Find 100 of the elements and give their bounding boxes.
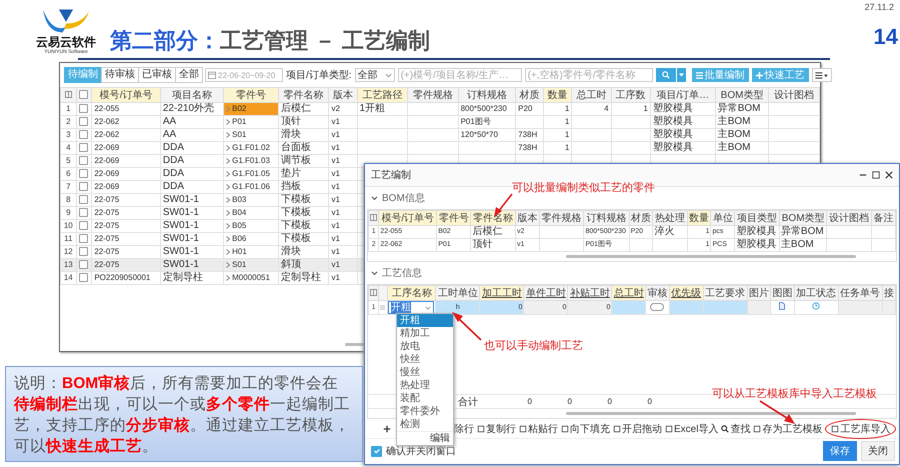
dropdown-option[interactable]: 精加工 <box>397 327 453 340</box>
row-checkbox[interactable] <box>78 168 88 178</box>
column-header[interactable]: 热处理 <box>652 210 688 226</box>
dropdown-option[interactable]: 装配 <box>397 392 453 405</box>
review-toggle[interactable] <box>650 302 664 311</box>
column-header[interactable]: 审核 <box>646 286 670 300</box>
column-header[interactable]: 零件名称 <box>278 88 329 102</box>
filter-tab[interactable]: 待审核 <box>101 67 139 83</box>
column-header[interactable]: 加工工时 <box>480 286 524 300</box>
column-header[interactable]: 图片 <box>747 286 771 300</box>
toolbar-button[interactable]: 开启拖动 <box>613 422 662 436</box>
dropdown-option[interactable]: 放电 <box>397 340 453 353</box>
row-checkbox[interactable] <box>78 220 88 230</box>
confirm-checkbox[interactable] <box>371 446 382 456</box>
row-checkbox[interactable] <box>78 156 88 165</box>
menu-button[interactable] <box>812 68 832 82</box>
section-header[interactable]: BOM信息 <box>365 187 431 209</box>
row-checkbox[interactable] <box>78 194 88 204</box>
search-field[interactable]: (+,空格)零件号/零件名称 <box>524 68 653 82</box>
toolbar-button[interactable]: 复制行 <box>477 422 516 436</box>
close-icon[interactable] <box>885 171 893 179</box>
column-header[interactable]: BOM类型 <box>779 210 827 226</box>
scrollbar[interactable] <box>566 255 856 258</box>
toolbar-button[interactable]: 查找 <box>721 422 750 436</box>
column-header[interactable]: 接 <box>882 286 896 300</box>
column-header[interactable]: 零件号 <box>223 88 278 102</box>
row-checkbox[interactable] <box>78 208 88 217</box>
row-checkbox[interactable] <box>78 116 88 126</box>
search-button[interactable] <box>656 68 676 82</box>
filter-tab[interactable]: 已审核 <box>138 67 176 83</box>
toolbar-button[interactable]: 除行 <box>454 422 474 436</box>
column-header[interactable]: 任务单号 <box>838 286 882 300</box>
column-header[interactable]: 材质 <box>629 210 653 226</box>
columns-icon[interactable] <box>370 214 378 220</box>
column-header[interactable]: 备注 <box>872 210 896 226</box>
columns-icon[interactable] <box>64 90 72 98</box>
save-button[interactable]: 保存 <box>823 441 857 461</box>
scrollbar[interactable] <box>566 412 856 415</box>
row-checkbox[interactable] <box>78 260 88 269</box>
column-header[interactable]: 单件工时 <box>524 286 568 300</box>
search-field[interactable]: (+)模号/项目名称/生产… <box>398 68 522 82</box>
section-header[interactable]: 工艺信息 <box>365 262 428 284</box>
row-checkbox[interactable] <box>78 104 88 113</box>
column-header[interactable]: 零件规格 <box>408 88 458 102</box>
column-header[interactable]: 零件规格 <box>539 210 584 226</box>
column-header[interactable]: 零件号 <box>436 210 471 226</box>
columns-icon[interactable] <box>370 288 378 296</box>
column-header[interactable]: 加工状态 <box>794 286 838 300</box>
dropdown-option[interactable]: 零件委外 <box>397 405 453 418</box>
column-header[interactable]: 工艺要求 <box>703 286 748 300</box>
row-checkbox[interactable] <box>78 142 88 152</box>
column-header[interactable]: 项目名称 <box>160 88 224 102</box>
column-header[interactable]: 补贴工时 <box>568 286 612 300</box>
date-range-field[interactable]: 22-06-20~09-20 <box>205 68 283 82</box>
column-header[interactable]: 材质 <box>516 88 544 102</box>
column-header[interactable]: 模号/订单号 <box>378 210 437 226</box>
column-header[interactable]: 数量 <box>544 88 572 102</box>
toolbar-button[interactable]: 存为工艺模板 <box>753 422 822 436</box>
close-button[interactable]: 关闭 <box>861 441 895 461</box>
toolbar-button[interactable]: Excel导入 <box>665 422 718 436</box>
column-header[interactable]: 图图 <box>770 286 794 300</box>
column-header[interactable]: 项目类型 <box>734 210 780 226</box>
dropdown-option[interactable]: 检测 <box>397 418 453 431</box>
column-header[interactable]: 设计图档 <box>826 210 872 226</box>
toolbar-button[interactable] <box>383 425 391 433</box>
type-select[interactable]: 全部 <box>354 68 395 82</box>
column-header[interactable]: 模号/订单号 <box>92 88 160 102</box>
dropdown-option[interactable]: 热处理 <box>397 379 453 392</box>
select-all-checkbox[interactable] <box>79 90 88 100</box>
column-header[interactable]: 工序名称 <box>388 286 436 300</box>
toolbar-button[interactable]: 工艺库导入 <box>825 419 896 439</box>
file-icon[interactable] <box>779 302 786 310</box>
toolbar-button[interactable]: 粘贴行 <box>519 422 558 436</box>
column-header[interactable]: 工艺路径 <box>357 88 408 102</box>
column-header[interactable]: 订料规格 <box>458 88 516 102</box>
dropdown-option[interactable]: 慢丝 <box>397 366 453 379</box>
column-header[interactable]: 优先级 <box>669 286 703 300</box>
column-header[interactable]: 订料规格 <box>584 210 630 226</box>
filter-tab[interactable]: 全部 <box>175 67 203 83</box>
dropdown-option[interactable]: 开粗 <box>397 314 453 327</box>
column-header[interactable]: 总工时 <box>612 286 646 300</box>
column-header[interactable]: 总工时 <box>572 88 612 102</box>
clock-icon[interactable] <box>812 302 820 310</box>
column-header[interactable]: 版本 <box>328 88 358 102</box>
search-options-button[interactable] <box>676 68 686 82</box>
column-header[interactable]: 项目/订单… <box>650 88 716 102</box>
column-header[interactable]: 设计图档 <box>768 88 820 102</box>
column-header[interactable]: 版本 <box>516 210 540 226</box>
dropdown-option[interactable]: 快丝 <box>397 353 453 366</box>
row-checkbox[interactable] <box>78 130 88 139</box>
row-checkbox[interactable] <box>78 182 88 191</box>
column-header[interactable]: 工序数 <box>611 88 650 102</box>
column-header[interactable]: 单位 <box>710 210 735 226</box>
process-select[interactable]: 开粗 <box>388 301 434 314</box>
edit-link[interactable]: 编辑 <box>430 433 450 444</box>
row-checkbox[interactable] <box>78 272 88 282</box>
column-header[interactable]: 工时单位 <box>436 286 480 300</box>
row-checkbox[interactable] <box>78 246 88 256</box>
toolbar-button[interactable]: 向下填充 <box>561 422 610 436</box>
maximize-icon[interactable] <box>872 171 880 179</box>
